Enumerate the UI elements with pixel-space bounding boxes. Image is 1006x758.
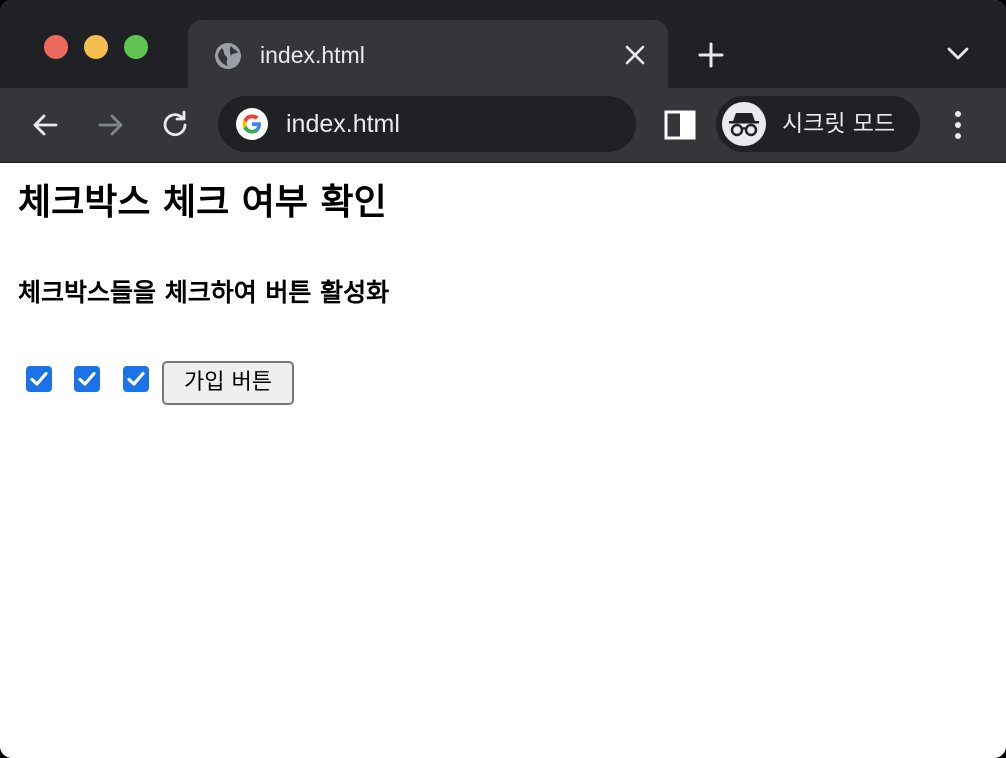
incognito-avatar (722, 102, 766, 146)
google-icon (236, 108, 268, 140)
address-text: index.html (286, 110, 400, 138)
checkbox-3[interactable] (123, 366, 149, 392)
back-arrow-icon[interactable] (28, 108, 62, 142)
incognito-profile-button[interactable]: 시크릿 모드 (716, 96, 920, 152)
globe-icon (215, 43, 241, 69)
forward-arrow-icon[interactable] (94, 108, 128, 142)
signup-button[interactable]: 가입 버튼 (162, 361, 294, 405)
side-panel-icon[interactable] (664, 110, 696, 140)
tab-active[interactable]: index.html (188, 20, 668, 88)
reload-icon[interactable] (158, 108, 192, 142)
more-menu-icon[interactable] (944, 108, 972, 142)
checkmark-icon (127, 371, 145, 386)
incognito-icon (729, 113, 759, 137)
tab-strip: index.html (0, 0, 1006, 88)
tab-title: index.html (260, 42, 365, 68)
minimize-window-button[interactable] (84, 35, 108, 59)
checkbox-1[interactable] (26, 366, 52, 392)
page-title: 체크박스 체크 여부 확인 (18, 182, 387, 223)
checkmark-icon (30, 371, 48, 386)
page-content: 체크박스 체크 여부 확인 체크박스들을 체크하여 버튼 활성화 가입 버튼 (0, 163, 1006, 758)
browser-toolbar: index.html 시크릿 모드 (0, 88, 1006, 163)
checkmark-icon (78, 371, 96, 386)
incognito-label: 시크릿 모드 (782, 111, 896, 137)
address-bar[interactable]: index.html (218, 96, 636, 152)
chevron-down-icon[interactable] (944, 44, 972, 64)
close-window-button[interactable] (44, 35, 68, 59)
new-tab-icon[interactable] (696, 40, 726, 70)
page-subtitle: 체크박스들을 체크하여 버튼 활성화 (18, 278, 390, 307)
maximize-window-button[interactable] (124, 35, 148, 59)
checkbox-2[interactable] (74, 366, 100, 392)
browser-window: index.html index.html 시크릿 모드 체크박스 체크 여부 … (0, 0, 1006, 758)
close-tab-icon[interactable] (622, 42, 648, 68)
